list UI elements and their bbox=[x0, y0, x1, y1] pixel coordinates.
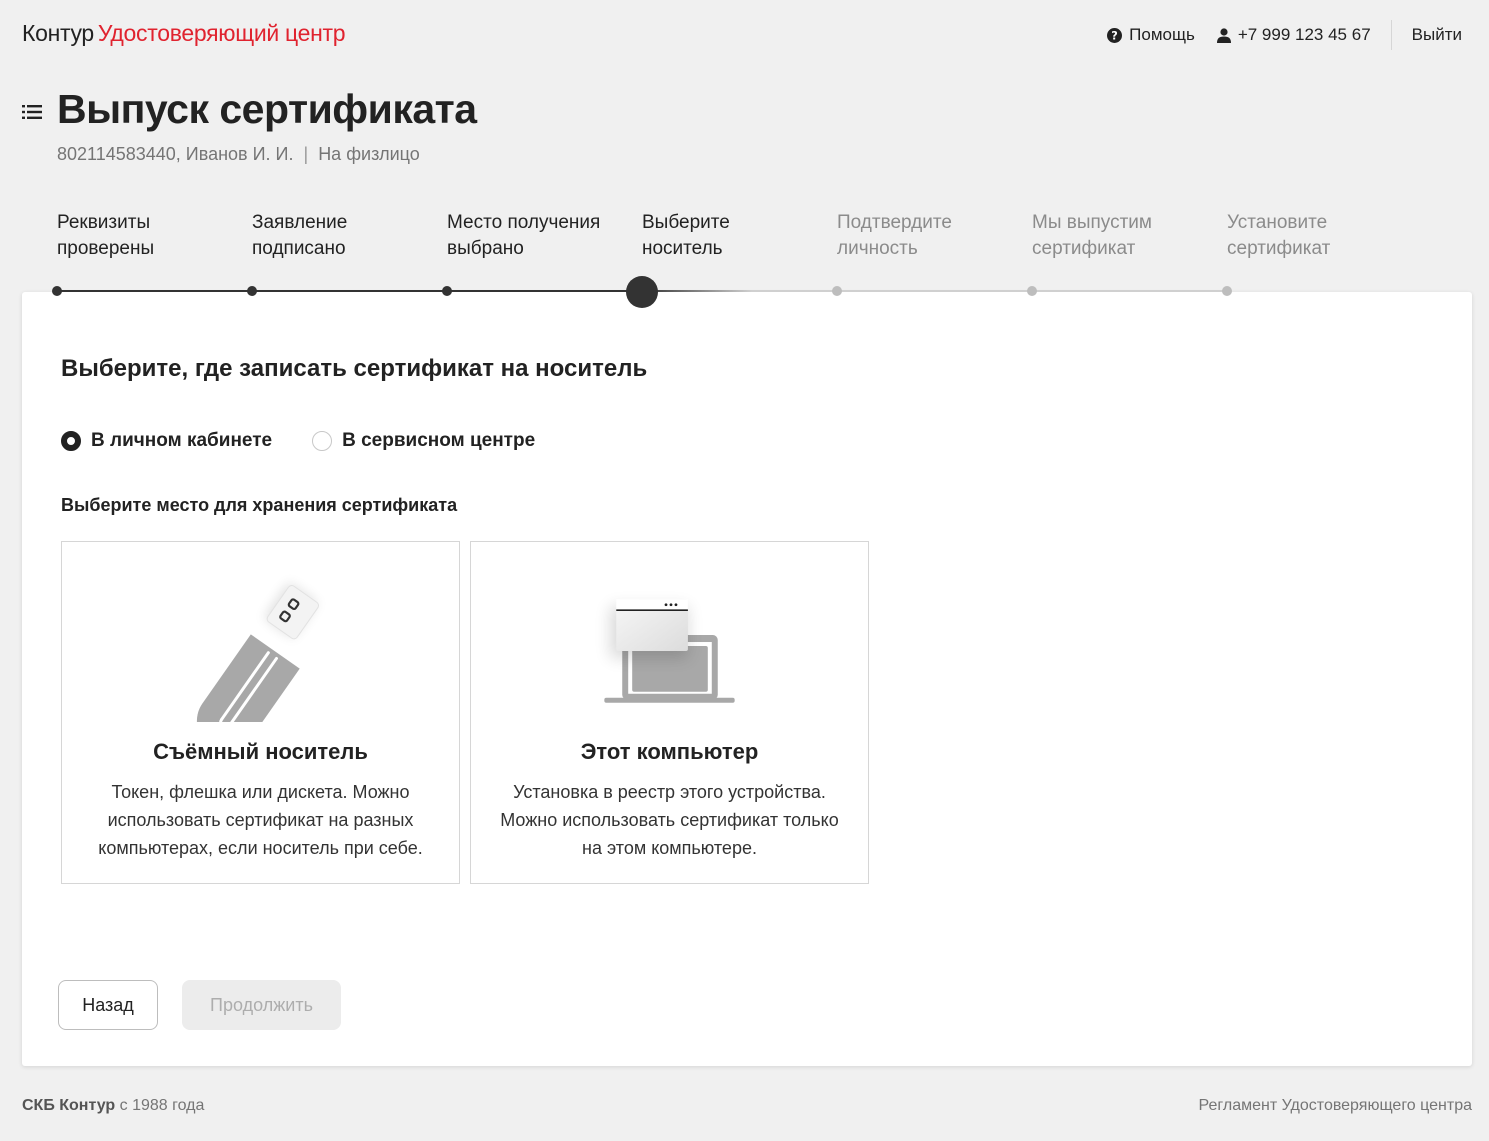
logo-product: Удостоверяющий центр bbox=[97, 20, 346, 46]
step-dot-future bbox=[832, 286, 842, 296]
radio-label: В личном кабинете bbox=[91, 430, 273, 451]
page-title: Выпуск сертификата bbox=[57, 86, 477, 132]
help-link[interactable]: ? Помощь bbox=[1107, 25, 1195, 45]
usb-drive-icon bbox=[196, 583, 319, 722]
phone-number: +7 999 123 45 67 bbox=[1237, 25, 1371, 44]
profile-link[interactable]: +7 999 123 45 67 bbox=[1216, 25, 1371, 45]
location-radio-group: В личном кабинете В сервисном центре bbox=[61, 430, 575, 452]
progress-stepper: Реквизиты проверены Заявление подписано … bbox=[0, 210, 1489, 310]
footer-copyright: СКБ Контур с 1988 года bbox=[22, 1097, 204, 1115]
radio-personal-account[interactable]: В личном кабинете bbox=[61, 430, 272, 452]
step-dot-done bbox=[52, 286, 62, 296]
logout-label: Выйти bbox=[1411, 25, 1462, 44]
tile-title: Съёмный носитель bbox=[153, 739, 368, 764]
page-title-row: Выпуск сертификата bbox=[22, 86, 477, 133]
tile-removable-media[interactable]: Съёмный носитель Токен, флешка или диске… bbox=[61, 541, 460, 884]
step-location: Место получения выбрано bbox=[447, 210, 627, 262]
tile-title: Этот компьютер bbox=[580, 739, 759, 764]
step-identity: Подтвердите личность bbox=[837, 210, 1017, 262]
logout-link[interactable]: Выйти bbox=[1412, 25, 1462, 45]
stepper-track-transition bbox=[642, 290, 752, 292]
step-label-line: Мы выпустим bbox=[1032, 212, 1152, 233]
logo-brand: Контур bbox=[22, 20, 94, 46]
laptop-icon bbox=[604, 599, 735, 703]
step-media: Выберите носитель bbox=[642, 210, 822, 262]
stepper-track-completed bbox=[57, 290, 642, 292]
tile-description: Токен, флешка или дискета. Можно использ… bbox=[98, 782, 423, 858]
step-label-line: личность bbox=[837, 238, 918, 259]
main-card: Выберите, где записать сертификат на нос… bbox=[22, 292, 1472, 1066]
step-label-line: проверены bbox=[57, 238, 155, 259]
step-label-line: сертификат bbox=[1227, 238, 1331, 259]
subtitle-type: На физлицо bbox=[318, 144, 420, 164]
tile-description: Установка в реестр этого устройства. Мож… bbox=[500, 782, 839, 858]
step-label-line: Место получения bbox=[447, 212, 601, 233]
radio-unchecked-indicator bbox=[312, 431, 333, 451]
regulation-link[interactable]: Регламент Удостоверяющего центра bbox=[1199, 1097, 1472, 1115]
step-label-line: подписано bbox=[252, 238, 346, 259]
step-dot-done bbox=[247, 286, 257, 296]
question-circle-icon: ? bbox=[1107, 27, 1123, 43]
svg-text:?: ? bbox=[1111, 29, 1118, 42]
tile-this-computer[interactable]: Этот компьютер Установка в реестр этого … bbox=[470, 541, 869, 884]
step-requisites: Реквизиты проверены bbox=[57, 210, 237, 262]
logo[interactable]: Контур Удостоверяющий центр bbox=[22, 20, 346, 47]
help-label: Помощь bbox=[1129, 25, 1195, 44]
user-icon bbox=[1216, 27, 1231, 43]
step-issue: Мы выпустим сертификат bbox=[1032, 210, 1212, 262]
continue-button[interactable]: Продолжить bbox=[182, 980, 341, 1030]
step-label-line: Заявление bbox=[252, 212, 348, 233]
step-label-line: выбрано bbox=[447, 238, 524, 259]
storage-section-label: Выберите место для хранения сертификата bbox=[61, 495, 458, 515]
radio-service-center[interactable]: В сервисном центре bbox=[312, 430, 535, 452]
back-button[interactable]: Назад bbox=[58, 980, 158, 1030]
subtitle-separator: | bbox=[303, 144, 309, 164]
footer-since: с 1988 года bbox=[115, 1097, 205, 1114]
header-divider bbox=[1390, 20, 1392, 50]
header-actions: ? Помощь +7 999 123 45 67 Выйти bbox=[1107, 20, 1462, 50]
radio-label: В сервисном центре bbox=[342, 430, 536, 451]
step-label-line: носитель bbox=[642, 238, 723, 259]
step-dot-future bbox=[1222, 286, 1232, 296]
page-subtitle: 802114583440, Иванов И. И. | На физлицо bbox=[57, 144, 420, 165]
top-header: Контур Удостоверяющий центр ? Помощь +7 9… bbox=[0, 0, 1489, 70]
step-label-line: Установите bbox=[1227, 212, 1328, 233]
list-menu-icon[interactable] bbox=[22, 102, 42, 122]
subtitle-applicant: 802114583440, Иванов И. И. bbox=[57, 144, 294, 164]
step-label-line: Выберите bbox=[642, 212, 730, 233]
step-install: Установите сертификат bbox=[1227, 210, 1407, 262]
footer-company: СКБ Контур bbox=[22, 1097, 116, 1114]
step-dot-future bbox=[1027, 286, 1037, 296]
step-label-line: Подтвердите bbox=[837, 212, 952, 233]
step-dot-current bbox=[626, 276, 658, 308]
step-label-line: Реквизиты bbox=[57, 212, 151, 233]
step-application: Заявление подписано bbox=[252, 210, 432, 262]
step-dot-done bbox=[442, 286, 452, 296]
card-title: Выберите, где записать сертификат на нос… bbox=[61, 355, 648, 382]
radio-checked-indicator bbox=[61, 431, 81, 451]
step-label-line: сертификат bbox=[1032, 238, 1136, 259]
